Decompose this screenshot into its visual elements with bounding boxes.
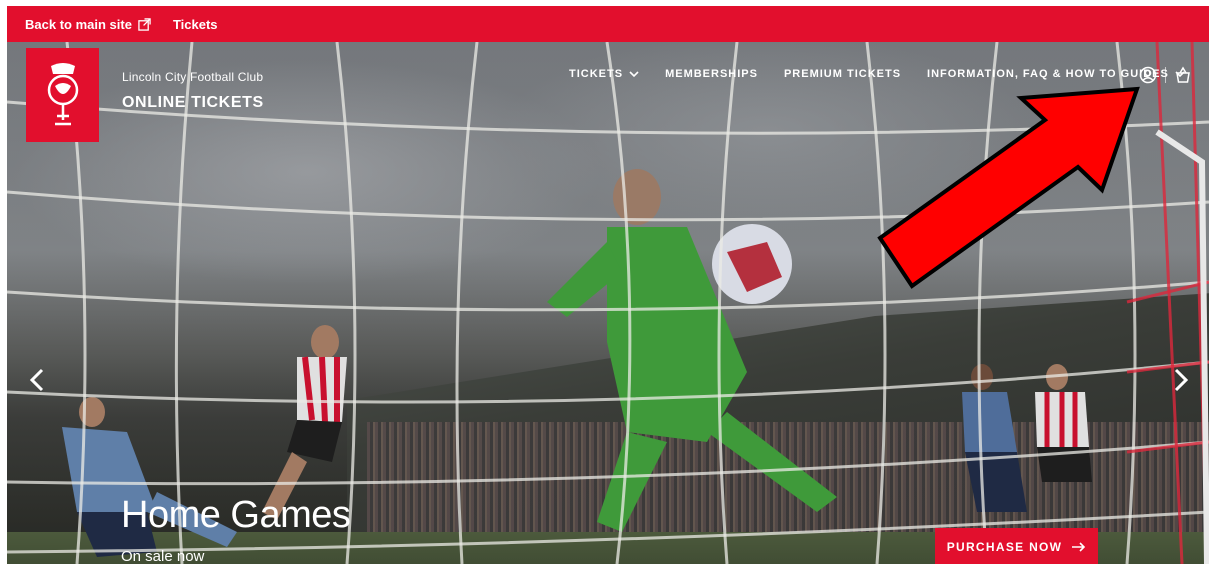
user-circle-icon[interactable]: [1139, 66, 1157, 84]
nav-item-memberships[interactable]: MEMBERSHIPS: [665, 68, 758, 80]
nav-item-label: PREMIUM TICKETS: [783, 68, 902, 80]
hero-photo-scene: [7, 42, 1209, 564]
icon-divider: [1165, 67, 1166, 83]
nav-item-label: INFORMATION, FAQ & HOW TO GUIDES: [927, 68, 1169, 80]
nav-item-label: MEMBERSHIPS: [665, 68, 758, 80]
chevron-left-icon: [30, 368, 44, 392]
chevron-right-icon: [1174, 368, 1188, 392]
club-name: Lincoln City Football Club: [122, 70, 264, 84]
hero-banner: [7, 42, 1209, 564]
tickets-link[interactable]: Tickets: [173, 17, 218, 32]
club-crest-logo[interactable]: [26, 48, 99, 142]
slider-next-button[interactable]: [1169, 364, 1193, 396]
tickets-link-label: Tickets: [172, 16, 218, 32]
online-tickets-title: ONLINE TICKETS: [122, 94, 264, 111]
red-white-player-left: [262, 325, 347, 520]
utility-bar: Back to main site Tickets: [7, 6, 1209, 42]
back-to-main-site-label: Back to main site: [25, 16, 132, 32]
external-link-icon: [138, 17, 151, 31]
main-nav: TICKETS MEMBERSHIPS PREMIUM TICKETS INFO…: [569, 68, 1185, 80]
nav-item-tickets[interactable]: TICKETS: [569, 68, 639, 80]
header-icons: [1139, 66, 1192, 84]
crest-icon: [47, 63, 78, 126]
brand-block[interactable]: Lincoln City Football Club ONLINE TICKET…: [122, 70, 264, 112]
basket-icon[interactable]: [1174, 66, 1192, 84]
purchase-now-label: PURCHASE NOW: [946, 540, 1063, 554]
back-to-main-site-link[interactable]: Back to main site: [25, 17, 151, 32]
slider-prev-button[interactable]: [25, 364, 49, 396]
nav-item-premium-tickets[interactable]: PREMIUM TICKETS: [784, 68, 901, 80]
purchase-now-button[interactable]: PURCHASE NOW: [935, 528, 1098, 564]
goal-net-red-side: [1126, 42, 1209, 564]
hero-subtitle: On sale now: [121, 548, 205, 564]
hero-title: Home Games: [121, 494, 351, 536]
arrow-right-icon: [1072, 542, 1086, 552]
page-frame: Back to main site Tickets Lincoln City F…: [7, 6, 1209, 564]
chevron-down-icon: [629, 71, 639, 78]
nav-item-label: TICKETS: [569, 68, 624, 80]
